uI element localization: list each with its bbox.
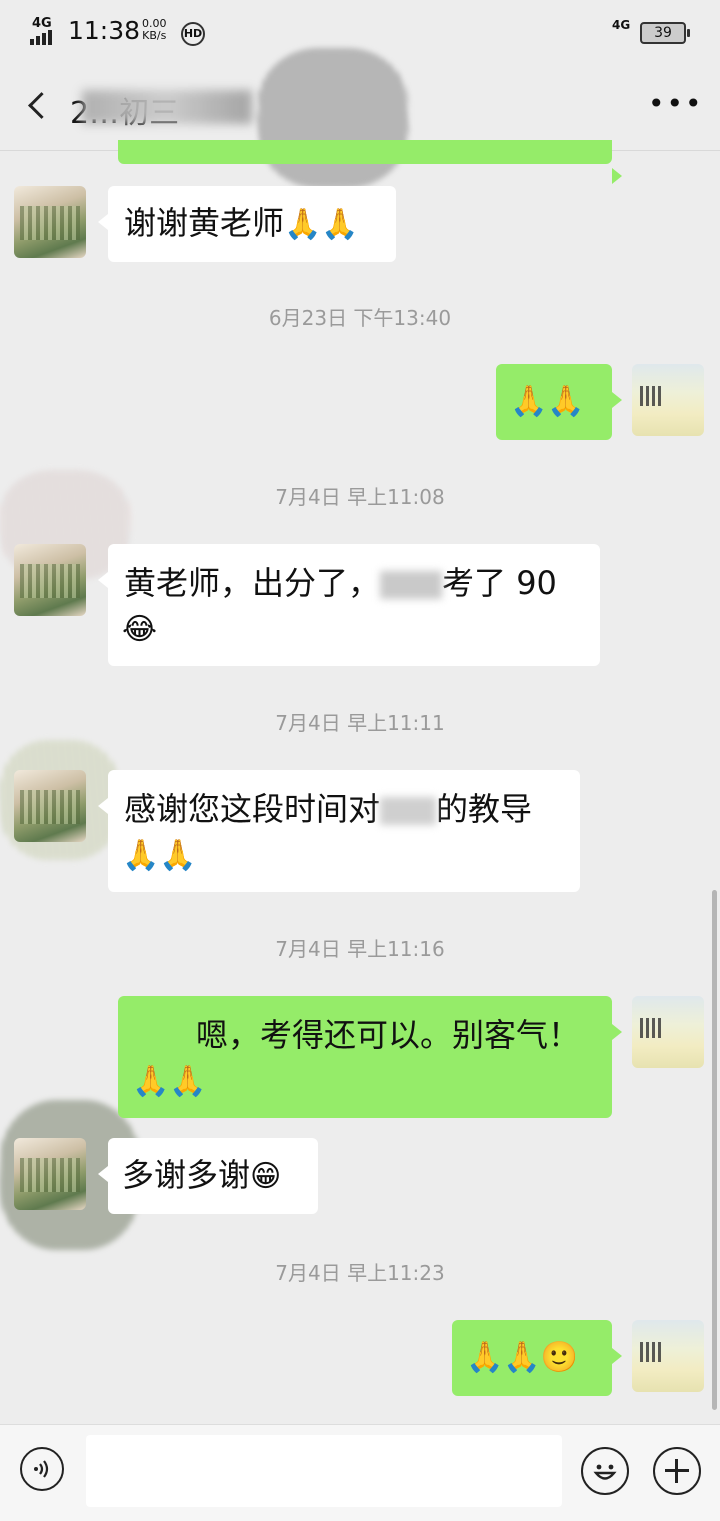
back-button[interactable]: [20, 86, 56, 126]
input-bar: [0, 1424, 720, 1521]
my-avatar[interactable]: [632, 996, 704, 1068]
message-text: 多谢多谢: [122, 1156, 251, 1194]
battery-icon: 39: [640, 22, 690, 44]
network-speed: 0.00 KB/s: [142, 18, 167, 42]
message-timestamp: 7月4日 早上11:16: [275, 937, 445, 961]
contact-avatar[interactable]: [14, 186, 86, 258]
pray-emoji-icon: 🙏🙏: [132, 1064, 207, 1099]
message-bubble-outgoing[interactable]: [118, 140, 622, 184]
message-bubble-incoming[interactable]: 黄老师，出分了， 考了 90 😂: [98, 544, 600, 666]
message-input[interactable]: [86, 1435, 562, 1507]
contact-avatar[interactable]: [14, 1138, 86, 1210]
name-redaction: [380, 571, 443, 599]
message-text: 感谢您这段时间对 的教导: [124, 786, 532, 832]
message-text: 嗯，考得还可以。别客气！: [196, 1016, 581, 1054]
pray-emoji-icon: 🙏🙏: [284, 207, 359, 242]
message-bubble-incoming[interactable]: 感谢您这段时间对 的教导 🙏🙏: [98, 770, 580, 892]
name-redaction: [380, 797, 437, 825]
message-bubble-outgoing[interactable]: 🙏🙏: [496, 364, 622, 440]
laugh-emoji-icon: 😂: [122, 612, 158, 647]
network-type-right: 4G: [612, 18, 631, 32]
message-bubble-incoming[interactable]: 多谢多谢😁: [98, 1138, 318, 1214]
emoji-button[interactable]: [581, 1447, 629, 1495]
message-bubble-outgoing[interactable]: 🙏🙏🙂: [452, 1320, 622, 1396]
my-avatar[interactable]: [632, 1320, 704, 1392]
message-text: 黄老师，出分了， 考了 90: [124, 560, 557, 606]
network-type-label: 4G: [32, 16, 52, 31]
message-timestamp: 7月4日 早上11:23: [275, 1261, 445, 1285]
contact-avatar[interactable]: [14, 770, 86, 842]
smile-icon: [593, 1464, 617, 1480]
message-bubble-outgoing[interactable]: 嗯，考得还可以。别客气！ 🙏🙏: [118, 996, 622, 1118]
message-text-part: 感谢您这段时间对: [124, 790, 381, 828]
voice-icon: [34, 1460, 49, 1478]
message-text-part: 考了 90: [442, 564, 557, 602]
pray-emoji-icon: 🙏🙏: [510, 384, 585, 419]
message-timestamp: 6月23日 下午13:40: [268, 306, 452, 330]
hd-voice-icon: HD: [181, 22, 205, 46]
more-options-button[interactable]: •••: [648, 90, 702, 122]
grin-emoji-icon: 😁: [250, 1159, 282, 1194]
pray-emoji-icon: 🙏🙏: [122, 838, 197, 873]
cellular-signal-icon: 4G: [30, 16, 64, 45]
message-text: 谢谢黄老师: [124, 204, 285, 242]
message-timestamp: 7月4日 早上11:11: [275, 711, 445, 735]
message-bubble-incoming[interactable]: 谢谢黄老师🙏🙏: [98, 186, 396, 262]
voice-input-button[interactable]: [20, 1447, 64, 1491]
message-text-part: 黄老师，出分了，: [124, 564, 381, 602]
message-timestamp: 7月4日 早上11:08: [275, 485, 445, 509]
scribble-redaction: [258, 48, 408, 188]
message-text-part: 的教导: [436, 790, 533, 828]
more-functions-button[interactable]: [653, 1447, 701, 1495]
chat-scrollbar[interactable]: [712, 890, 717, 1410]
contact-avatar[interactable]: [14, 544, 86, 616]
title-redaction: [82, 90, 252, 124]
status-time: 11:38: [68, 16, 141, 45]
pray-smile-emoji-icon: 🙏🙏🙂: [466, 1340, 579, 1375]
my-avatar[interactable]: [632, 364, 704, 436]
speed-unit: KB/s: [142, 29, 167, 42]
